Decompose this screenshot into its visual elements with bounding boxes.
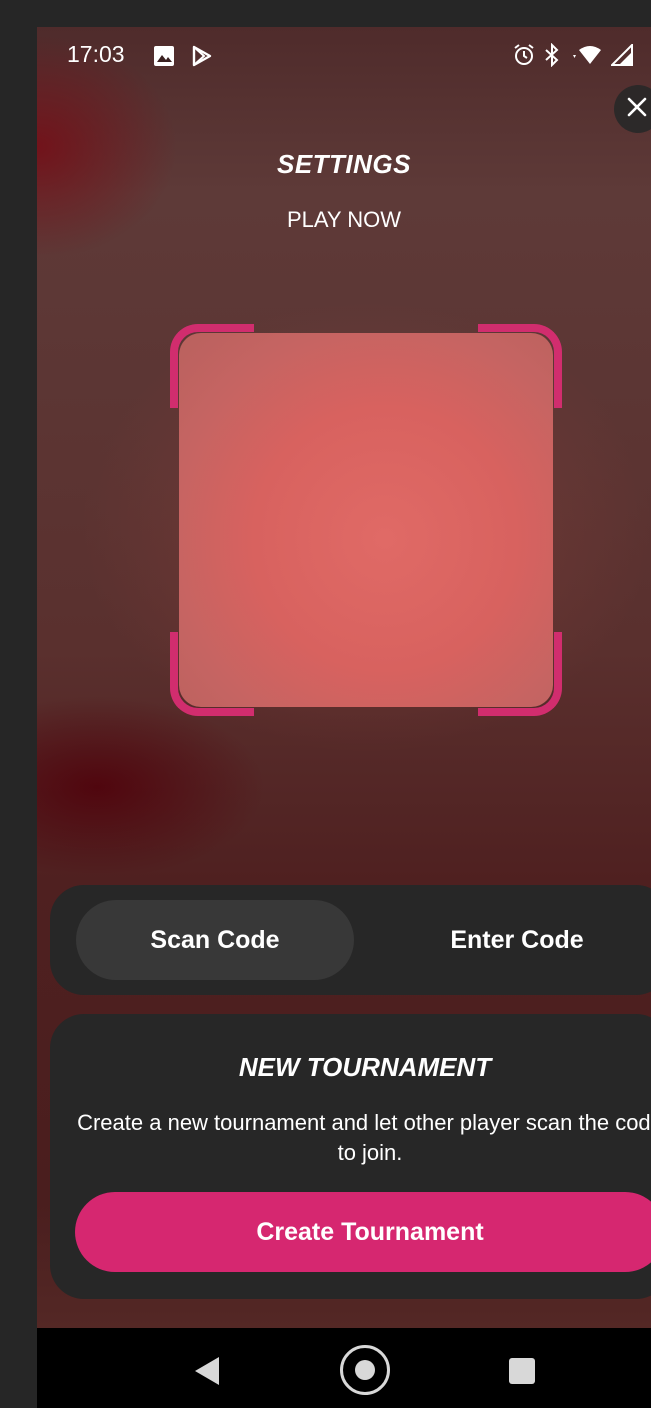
- status-right-icons: [513, 42, 633, 72]
- tab-scan-code[interactable]: Scan Code: [76, 900, 354, 980]
- back-icon[interactable]: [193, 1355, 221, 1392]
- scanner-corner-top-left: [170, 324, 254, 408]
- image-icon: [153, 45, 175, 72]
- close-icon: [626, 96, 648, 123]
- status-left-icons: [153, 45, 213, 72]
- app-screen: 17:03 SETTINGS PLAY NOW Scan Code Enter …: [37, 27, 651, 1408]
- play-store-icon: [191, 45, 213, 72]
- recents-icon[interactable]: [509, 1358, 535, 1384]
- scanner-corner-bottom-left: [170, 632, 254, 716]
- android-nav-bar: [37, 1328, 651, 1408]
- status-bar: 17:03: [37, 27, 651, 83]
- home-icon[interactable]: [340, 1345, 390, 1395]
- close-button[interactable]: [614, 85, 651, 133]
- create-tournament-button[interactable]: Create Tournament: [75, 1192, 651, 1272]
- code-mode-tabs: Scan Code Enter Code: [50, 885, 651, 995]
- tab-enter-code[interactable]: Enter Code: [378, 900, 651, 980]
- bluetooth-icon: [543, 42, 561, 72]
- qr-scanner-viewfinder: [170, 324, 562, 716]
- scanner-corner-top-right: [478, 324, 562, 408]
- alarm-icon: [513, 43, 535, 72]
- status-time: 17:03: [67, 41, 125, 67]
- play-now-label: PLAY NOW: [286, 207, 402, 232]
- new-tournament-card: NEW TOURNAMENT Create a new tournament a…: [50, 1014, 651, 1299]
- page-title: SETTINGS: [276, 149, 411, 179]
- scanner-corner-bottom-right: [478, 632, 562, 716]
- signal-icon: [609, 42, 633, 71]
- card-description: Create a new tournament and let other pl…: [77, 1110, 651, 1165]
- wifi-icon: [569, 44, 603, 71]
- card-title: NEW TOURNAMENT: [238, 1052, 492, 1082]
- home-dot: [355, 1360, 375, 1380]
